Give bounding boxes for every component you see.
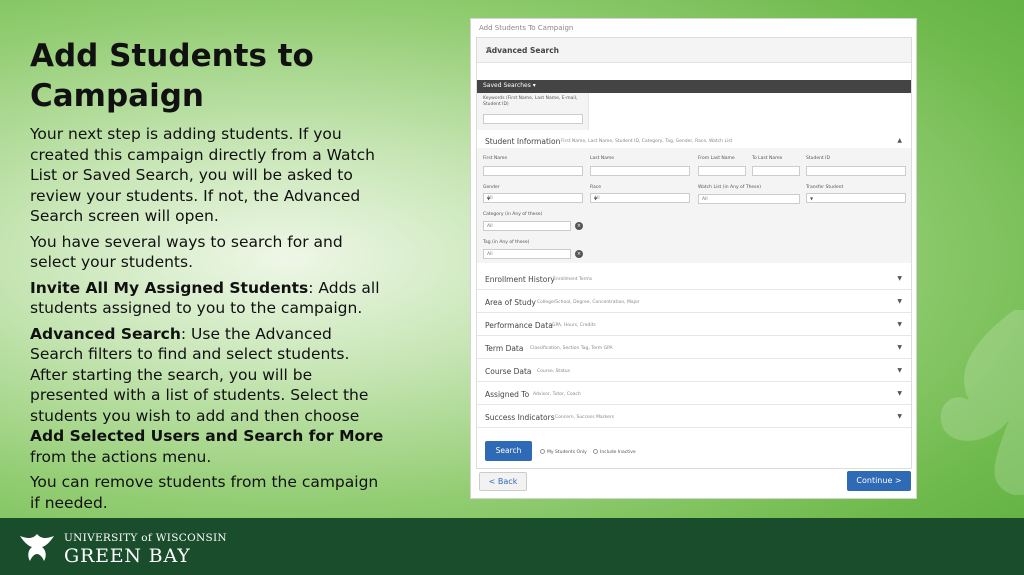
section-course-data[interactable]: Course Data Course, Status ▼ [477, 360, 911, 382]
race-select[interactable]: All ▼ [590, 193, 690, 203]
section-sub: Enrollment Terms [553, 277, 593, 282]
advanced-desc-end: from the actions menu. [30, 447, 212, 466]
section-success-indicators[interactable]: Success Indicators Concern, Success Mark… [477, 406, 911, 428]
dropdown-arrow-icon: ▼ [487, 196, 491, 201]
advanced-search-screenshot: Add Students To Campaign Advanced Search… [470, 18, 917, 499]
add-selected-term: Add Selected Users and Search for More [30, 427, 384, 445]
caret-down-icon: ▼ [486, 46, 492, 54]
section-enrollment-history[interactable]: Enrollment History Enrollment Terms ▼ [477, 268, 911, 290]
keywords-input[interactable] [483, 114, 583, 124]
radio-icon [540, 449, 545, 454]
tag-value: All [487, 252, 493, 257]
advanced-search-header[interactable]: Advanced Search ▼ [477, 38, 911, 63]
university-line: UNIVERSITY of WISCONSIN [64, 532, 227, 544]
keywords-label: Keywords (First Name, Last Name, E-mail,… [483, 96, 578, 107]
watch-list-label: Watch List (in Any of These) [698, 185, 762, 190]
search-button[interactable]: Search [485, 441, 532, 461]
caret-down-icon: ▼ [897, 367, 902, 374]
window-title: Add Students To Campaign [479, 24, 574, 32]
section-sub: GPA, Hours, Credits [552, 323, 596, 328]
my-students-only-label: My Students Only [547, 450, 587, 455]
section-sub: Concern, Success Markers [555, 415, 614, 420]
section-area-of-study[interactable]: Area of Study College/School, Degree, Co… [477, 291, 911, 313]
university-wordmark: UNIVERSITY of WISCONSIN GREEN BAY [64, 532, 227, 567]
my-students-only-option[interactable]: My Students Only [540, 449, 587, 455]
student-information-sub: First Name, Last Name, Student ID, Categ… [561, 139, 733, 144]
tag-input[interactable]: All [483, 249, 571, 259]
student-information-fields: First Name Last Name From Last Name To L… [477, 148, 911, 263]
transfer-student-label: Transfer Student [806, 185, 844, 190]
transfer-student-select[interactable]: ▼ [806, 193, 906, 203]
section-sub: Advisor, Tutor, Coach [533, 392, 581, 397]
section-title: Enrollment History [485, 275, 555, 284]
caret-down-icon: ▼ [897, 321, 902, 328]
slide-title: Add Students to Campaign [30, 38, 314, 114]
footer-bar: UNIVERSITY of WISCONSIN GREEN BAY [0, 518, 1024, 575]
clear-category-icon[interactable]: × [575, 222, 583, 230]
saved-searches-label: Saved Searches ▾ [483, 82, 536, 89]
dropdown-arrow-icon: ▼ [810, 196, 814, 201]
watch-list-input[interactable]: All [698, 194, 800, 204]
caret-down-icon: ▼ [897, 298, 902, 305]
section-assigned-to[interactable]: Assigned To Advisor, Tutor, Coach ▼ [477, 383, 911, 405]
last-name-label: Last Name [590, 156, 615, 161]
include-inactive-option[interactable]: Include Inactive [593, 449, 636, 455]
first-name-input[interactable] [483, 166, 583, 176]
keywords-box: Keywords (First Name, Last Name, E-mail,… [477, 93, 589, 131]
section-sub: Course, Status [537, 369, 570, 374]
tag-label: Tag (in Any of these) [483, 240, 530, 245]
race-label: Race [590, 185, 602, 190]
include-inactive-label: Include Inactive [600, 450, 636, 455]
saved-searches-bar[interactable]: Saved Searches ▾ [477, 80, 911, 93]
advanced-term: Advanced Search [30, 324, 181, 343]
to-last-name-input[interactable] [752, 166, 800, 176]
category-input[interactable]: All [483, 221, 571, 231]
caret-down-icon: ▼ [897, 275, 902, 282]
first-name-label: First Name [483, 156, 508, 161]
section-title: Course Data [485, 367, 532, 376]
section-term-data[interactable]: Term Data Classification, Section Tag, T… [477, 337, 911, 359]
from-last-name-label: From Last Name [698, 156, 735, 161]
radio-icon [593, 449, 598, 454]
phoenix-logo-icon [20, 534, 54, 561]
section-title: Assigned To [485, 390, 530, 399]
slide-background: Add Students to Campaign Your next step … [0, 0, 1024, 518]
gender-label: Gender [483, 185, 500, 190]
section-title: Performance Data [485, 321, 553, 330]
section-title: Success Indicators [485, 413, 555, 422]
watch-list-value: All [702, 197, 708, 202]
section-title: Term Data [485, 344, 524, 353]
paragraph-remove: You can remove students from the campaig… [30, 473, 379, 512]
clear-tag-icon[interactable]: × [575, 250, 583, 258]
slide-text: Add Students to Campaign Your next step … [30, 36, 390, 518]
continue-button[interactable]: Continue > [847, 471, 911, 491]
caret-down-icon: ▼ [897, 344, 902, 351]
from-last-name-input[interactable] [698, 166, 746, 176]
phoenix-watermark-icon [940, 310, 1024, 495]
gender-select[interactable]: All ▼ [483, 193, 583, 203]
category-label: Category (in Any of these) [483, 212, 543, 217]
section-performance-data[interactable]: Performance Data GPA, Hours, Credits ▼ [477, 314, 911, 336]
paragraph-intro: Your next step is adding students. If yo… [30, 125, 375, 225]
to-last-name-label: To Last Name [752, 156, 783, 161]
last-name-input[interactable] [590, 166, 690, 176]
section-sub: Classification, Section Tag, Term GPA [530, 346, 613, 351]
category-value: All [487, 224, 493, 229]
invite-term: Invite All My Assigned Students [30, 278, 309, 297]
paragraph-ways: You have several ways to search for and … [30, 232, 343, 272]
caret-down-icon: ▼ [897, 413, 902, 420]
section-sub: College/School, Degree, Concentration, M… [537, 300, 640, 305]
student-information-title: Student Information [485, 137, 561, 146]
paragraph-advanced: Advanced Search: Use the Advanced Search… [30, 324, 390, 468]
paragraph-invite: Invite All My Assigned Students: Adds al… [30, 278, 390, 319]
caret-down-icon: ▼ [897, 390, 902, 397]
caret-up-icon: ▲ [897, 137, 902, 144]
student-id-input[interactable] [806, 166, 906, 176]
back-button[interactable]: < Back [479, 472, 527, 491]
student-id-label: Student ID [806, 156, 830, 161]
advanced-search-panel: Advanced Search ▼ Saved Searches ▾ Keywo… [476, 37, 912, 469]
green-bay-line: GREEN BAY [64, 545, 191, 567]
section-title: Area of Study [485, 298, 536, 307]
dropdown-arrow-icon: ▼ [594, 196, 598, 201]
